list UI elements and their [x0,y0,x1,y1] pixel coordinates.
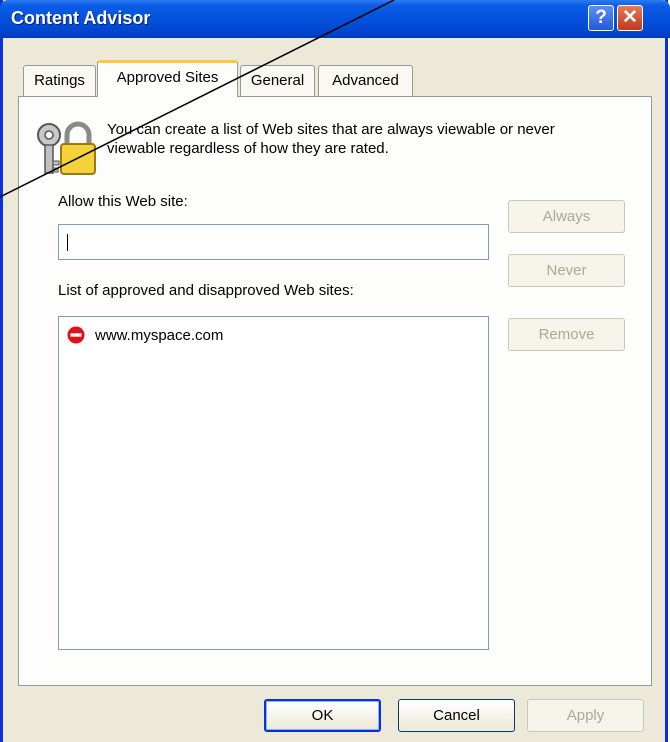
tab-advanced[interactable]: Advanced [318,65,413,96]
title-bar[interactable]: Content Advisor ? ✕ [0,0,670,38]
tab-ratings[interactable]: Ratings [23,65,96,96]
site-url: www.myspace.com [95,326,224,344]
window-title: Content Advisor [11,8,151,28]
tab-general[interactable]: General [240,65,315,96]
site-list-label: List of approved and disapproved Web sit… [58,282,354,299]
cancel-button[interactable]: Cancel [398,699,515,732]
never-button[interactable]: Never [508,254,625,287]
apply-button[interactable]: Apply [527,699,644,732]
keys-icon [37,121,96,175]
block-icon [67,326,85,344]
help-icon[interactable]: ? [588,5,614,31]
close-icon[interactable]: ✕ [617,5,643,31]
allow-site-input[interactable] [58,224,489,260]
remove-button[interactable]: Remove [508,318,625,351]
site-list[interactable]: www.myspace.com [58,316,489,650]
tab-approved-sites[interactable]: Approved Sites [97,60,238,97]
allow-site-label: Allow this Web site: [58,193,188,210]
list-item[interactable]: www.myspace.com [67,325,223,345]
always-button[interactable]: Always [508,200,625,233]
text-caret [67,234,68,251]
ok-button[interactable]: OK [264,699,381,732]
description-text: You can create a list of Web sites that … [107,121,555,157]
